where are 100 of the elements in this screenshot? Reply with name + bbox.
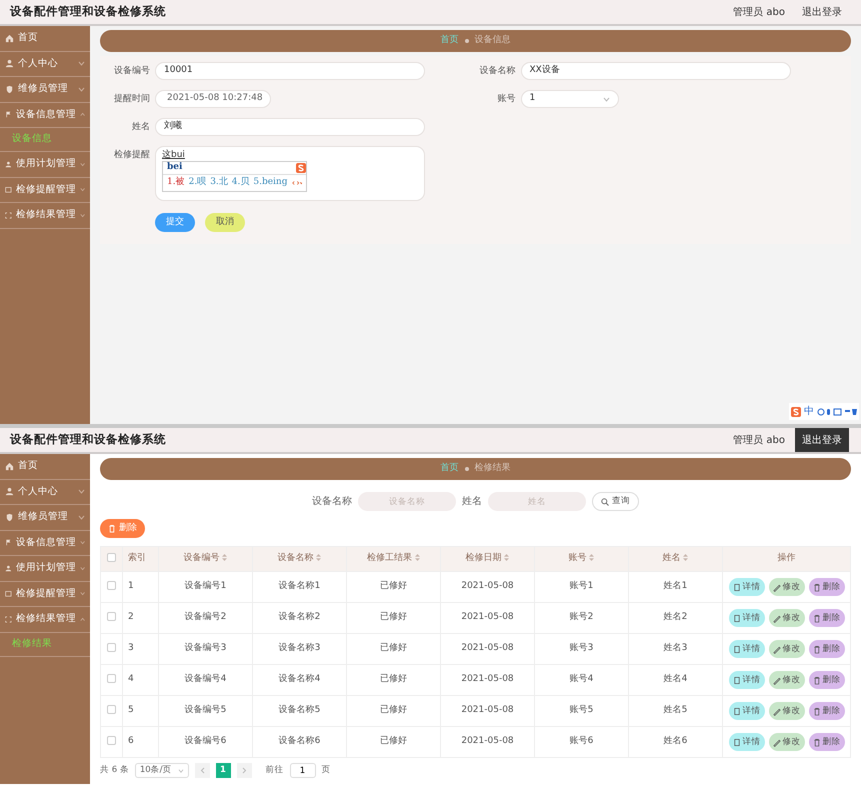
table-cell: 姓名3 bbox=[628, 634, 722, 664]
table-cell: 2021-05-08 bbox=[440, 696, 534, 726]
breadcrumb-link[interactable]: 首页 bbox=[440, 462, 458, 476]
row-checkbox[interactable] bbox=[107, 612, 116, 622]
submit-button[interactable]: 提交 bbox=[155, 213, 195, 232]
row-checkbox[interactable] bbox=[107, 705, 116, 714]
column-header[interactable]: 设备编号 bbox=[158, 546, 252, 572]
chevron-up-icon bbox=[80, 112, 85, 118]
chevron-right-icon bbox=[242, 767, 246, 774]
row-checkbox[interactable] bbox=[107, 736, 116, 746]
pencil-icon bbox=[772, 582, 780, 592]
page-size-select[interactable]: 10条/页 bbox=[134, 763, 188, 778]
page-input[interactable]: 1 bbox=[290, 763, 316, 778]
calendar-icon bbox=[5, 589, 12, 598]
table-cell: 姓名1 bbox=[628, 572, 722, 602]
details-button[interactable]: 详情 bbox=[728, 578, 764, 596]
trash-icon bbox=[812, 644, 820, 654]
page-number-button[interactable]: 1 bbox=[216, 763, 230, 778]
breadcrumb-link[interactable]: 首页 bbox=[440, 34, 458, 48]
datetime-field[interactable]: 2021-05-08 10:27:48 bbox=[155, 90, 271, 108]
shield-icon bbox=[5, 84, 14, 94]
chevron-down-icon bbox=[80, 566, 85, 571]
edit-button[interactable]: 修改 bbox=[768, 609, 804, 627]
delete-button[interactable]: 删除 bbox=[808, 640, 844, 658]
cancel-button[interactable]: 取消 bbox=[205, 213, 245, 232]
edit-button[interactable]: 修改 bbox=[768, 578, 804, 596]
row-checkbox[interactable] bbox=[107, 581, 116, 590]
ime-toolbar[interactable]: 中 bbox=[789, 403, 859, 420]
delete-button[interactable]: 删除 bbox=[808, 671, 844, 689]
datetime-value: 2021-05-08 10:27:48 bbox=[167, 92, 263, 106]
table-cell: 已修好 bbox=[346, 726, 440, 758]
input-field[interactable]: XX设备 bbox=[520, 62, 790, 80]
field-label: 检修提醒 bbox=[113, 148, 150, 162]
details-button[interactable]: 详情 bbox=[728, 733, 764, 751]
table-cell: 设备名称2 bbox=[252, 602, 346, 634]
logout-button[interactable]: 退出登录 bbox=[795, 428, 849, 452]
ime-logo-icon bbox=[791, 406, 801, 416]
table-cell: 设备编号3 bbox=[158, 634, 252, 664]
table-cell: 已修好 bbox=[346, 572, 440, 602]
details-button[interactable]: 详情 bbox=[728, 609, 764, 627]
edit-button[interactable]: 修改 bbox=[768, 702, 804, 720]
table-cell: 账号1 bbox=[534, 572, 628, 602]
ime-candidate[interactable]: 1.被 bbox=[167, 176, 185, 190]
column-header[interactable]: 姓名 bbox=[628, 546, 722, 572]
previous-page-button[interactable] bbox=[194, 763, 210, 778]
page-arrows-icon[interactable] bbox=[292, 180, 302, 186]
row-checkbox[interactable] bbox=[107, 643, 116, 652]
search-button[interactable]: 查询 bbox=[592, 492, 639, 511]
table-cell: 2021-05-08 bbox=[440, 664, 534, 696]
delete-button[interactable]: 删除 bbox=[808, 578, 844, 596]
table-cell: 1 bbox=[122, 572, 158, 602]
edit-button[interactable]: 修改 bbox=[768, 733, 804, 751]
chevron-left-icon bbox=[200, 767, 204, 774]
delete-button[interactable]: 删除 bbox=[808, 733, 844, 751]
details-button[interactable]: 详情 bbox=[728, 671, 764, 689]
details-button[interactable]: 详情 bbox=[728, 702, 764, 720]
row-checkbox[interactable] bbox=[107, 674, 116, 684]
select-all-checkbox[interactable] bbox=[107, 553, 116, 562]
textarea-text: 这bui bbox=[162, 150, 185, 160]
trash-icon bbox=[812, 614, 820, 622]
input-field[interactable]: 刘曦 bbox=[155, 118, 425, 136]
column-header[interactable]: 检修日期 bbox=[440, 546, 534, 572]
admin-username: 管理员 abo bbox=[733, 6, 785, 20]
column-header[interactable]: 账号 bbox=[534, 546, 628, 572]
table-cell: 5 bbox=[122, 696, 158, 726]
page-suffix: 页 bbox=[322, 764, 330, 777]
table-cell: 设备名称4 bbox=[252, 664, 346, 696]
ime-candidate[interactable]: 5.being bbox=[253, 176, 288, 190]
delete-button[interactable]: 删除 bbox=[808, 702, 844, 720]
delete-button[interactable]: 删除 bbox=[100, 519, 145, 538]
chevron-down-icon bbox=[80, 591, 85, 596]
logout-button[interactable]: 退出登录 bbox=[795, 0, 849, 24]
ime-candidate[interactable]: 4.贝 bbox=[232, 176, 250, 190]
table-cell: 3 bbox=[122, 634, 158, 664]
separator-dot-icon bbox=[464, 39, 468, 43]
table-cell: 设备编号1 bbox=[158, 572, 252, 602]
details-button[interactable]: 详情 bbox=[728, 640, 764, 658]
next-page-button[interactable] bbox=[236, 763, 252, 778]
document-icon bbox=[732, 582, 740, 592]
column-header[interactable]: 设备名称 bbox=[252, 546, 346, 572]
edit-button[interactable]: 修改 bbox=[768, 671, 804, 689]
flag-icon bbox=[5, 110, 12, 120]
textarea-field[interactable]: 这bui bei 1.被 2.呗 3.北 4.贝 5.being bbox=[155, 146, 425, 201]
sort-icon bbox=[414, 554, 420, 562]
table-cell: 账号3 bbox=[534, 634, 628, 664]
trash-icon bbox=[108, 524, 116, 533]
column-header[interactable]: 检修工结果 bbox=[346, 546, 440, 572]
delete-button[interactable]: 删除 bbox=[808, 609, 844, 627]
search-field[interactable]: 姓名 bbox=[488, 492, 586, 511]
ime-candidate[interactable]: 2.呗 bbox=[188, 176, 206, 190]
select-field[interactable]: 1 bbox=[520, 90, 618, 108]
search-field[interactable]: 设备名称 bbox=[358, 492, 456, 511]
chevron-down-icon bbox=[80, 540, 85, 546]
chevron-down-icon bbox=[80, 162, 85, 167]
document-icon bbox=[732, 706, 740, 716]
table-cell: 2021-05-08 bbox=[440, 602, 534, 634]
input-field[interactable]: 10001 bbox=[155, 62, 425, 80]
edit-button[interactable]: 修改 bbox=[768, 640, 804, 658]
sort-icon bbox=[504, 554, 510, 562]
ime-candidate[interactable]: 3.北 bbox=[210, 176, 228, 190]
